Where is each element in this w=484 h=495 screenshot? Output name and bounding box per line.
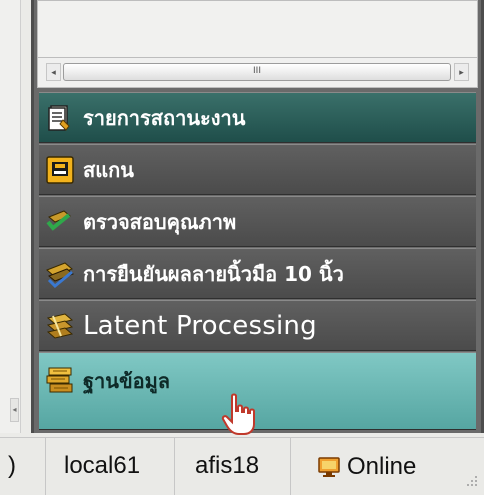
tree-view-area (37, 0, 478, 58)
nav-item-quality-check[interactable]: ตรวจสอบคุณภาพ (39, 196, 476, 247)
scanner-icon (45, 155, 75, 185)
nav-item-fingerprint-verification[interactable]: การยืนยันผลลายนิ้วมือ 10 นิ้ว (39, 248, 476, 299)
online-monitor-icon (318, 456, 340, 477)
status-user: afis18 (175, 438, 291, 495)
nav-item-database[interactable]: ฐานข้อมูล (39, 352, 476, 430)
status-connection-label: Online (347, 452, 417, 480)
scroll-left-arrow-icon[interactable]: ◂ (46, 63, 61, 81)
nav-item-label: Latent Processing (83, 310, 317, 341)
horizontal-scrollbar[interactable]: ◂ III ▸ (37, 58, 478, 88)
left-panel-edge: ◂ (0, 0, 21, 433)
verify-fingerprint-icon (45, 259, 75, 289)
latent-processing-icon (45, 311, 75, 341)
nav-item-scan[interactable]: สแกน (39, 144, 476, 195)
status-partial-text: ) (0, 438, 46, 495)
nav-item-label: รายการสถานะงาน (83, 105, 246, 130)
quality-check-icon (45, 207, 75, 237)
database-icon (45, 365, 75, 395)
navigation-pane: ◂ III ▸ รายการสถานะงาน สแกน ตรวจสอบคุณภา… (31, 0, 484, 433)
hand-cursor-icon (221, 393, 255, 435)
status-connection: Online (291, 438, 451, 495)
nav-item-label: การยืนยันผลลายนิ้วมือ 10 นิ้ว (83, 261, 344, 286)
scroll-thumb[interactable]: III (63, 63, 451, 81)
document-list-icon (45, 103, 75, 133)
status-host: local61 (46, 438, 175, 495)
nav-item-label: ฐานข้อมูล (83, 369, 171, 393)
left-panel-scroll-arrow[interactable]: ◂ (10, 398, 19, 422)
nav-item-label: สแกน (83, 157, 134, 182)
nav-item-latent-processing[interactable]: Latent Processing (39, 300, 476, 351)
status-bar: ) local61 afis18 Online (0, 437, 484, 495)
nav-item-label: ตรวจสอบคุณภาพ (83, 209, 237, 234)
scroll-right-arrow-icon[interactable]: ▸ (454, 63, 469, 81)
nav-item-job-status[interactable]: รายการสถานะงาน (39, 92, 476, 143)
resize-grip-icon[interactable] (464, 473, 478, 487)
